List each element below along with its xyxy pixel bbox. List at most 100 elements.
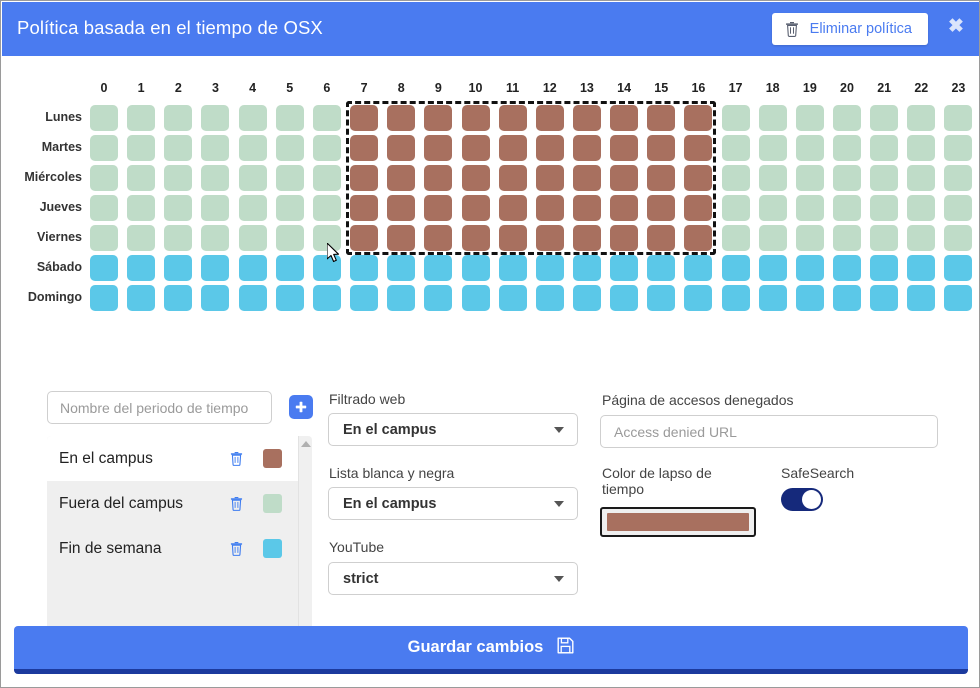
schedule-cell[interactable] <box>350 165 379 191</box>
schedule-cell[interactable] <box>350 195 379 221</box>
schedule-cell[interactable] <box>387 135 416 161</box>
schedule-cell[interactable] <box>90 225 118 251</box>
timespan-color-picker[interactable] <box>600 507 756 537</box>
schedule-cell[interactable] <box>127 285 156 311</box>
schedule-cell[interactable] <box>201 225 230 251</box>
delete-period-icon[interactable] <box>225 541 247 556</box>
schedule-cell[interactable] <box>90 255 118 281</box>
schedule-cell[interactable] <box>684 105 713 131</box>
access-denied-input[interactable] <box>600 415 938 448</box>
schedule-cell[interactable] <box>424 105 453 131</box>
schedule-cell[interactable] <box>795 225 824 251</box>
schedule-cell[interactable] <box>870 255 899 281</box>
schedule-cell[interactable] <box>535 135 564 161</box>
schedule-cell[interactable] <box>498 285 527 311</box>
schedule-cell[interactable] <box>387 285 416 311</box>
schedule-cell[interactable] <box>127 165 156 191</box>
schedule-cell[interactable] <box>238 255 267 281</box>
schedule-cell[interactable] <box>944 285 973 311</box>
schedule-cell[interactable] <box>647 285 676 311</box>
schedule-cell[interactable] <box>721 285 750 311</box>
schedule-cell[interactable] <box>684 135 713 161</box>
schedule-cell[interactable] <box>907 135 936 161</box>
schedule-cell[interactable] <box>350 255 379 281</box>
schedule-cell[interactable] <box>164 195 193 221</box>
schedule-cell[interactable] <box>721 165 750 191</box>
schedule-cell[interactable] <box>201 195 230 221</box>
schedule-cell[interactable] <box>870 135 899 161</box>
schedule-cell[interactable] <box>535 285 564 311</box>
schedule-cell[interactable] <box>572 225 601 251</box>
period-list[interactable]: En el campus Fuera del campus Fin de seman… <box>47 436 312 653</box>
period-list-scrollbar[interactable] <box>298 436 312 653</box>
schedule-cell[interactable] <box>610 135 639 161</box>
schedule-cell[interactable] <box>127 255 156 281</box>
schedule-cell[interactable] <box>201 255 230 281</box>
schedule-cell[interactable] <box>387 165 416 191</box>
schedule-cell[interactable] <box>238 105 267 131</box>
schedule-cell[interactable] <box>684 285 713 311</box>
schedule-cell[interactable] <box>758 225 787 251</box>
schedule-cell[interactable] <box>461 285 490 311</box>
schedule-cell[interactable] <box>572 165 601 191</box>
delete-policy-button[interactable]: Eliminar política <box>771 13 928 45</box>
schedule-cell[interactable] <box>312 135 341 161</box>
scroll-up-icon[interactable] <box>301 441 311 447</box>
schedule-cell[interactable] <box>535 225 564 251</box>
schedule-cell[interactable] <box>275 135 304 161</box>
schedule-cell[interactable] <box>944 255 973 281</box>
schedule-cell[interactable] <box>833 135 861 161</box>
schedule-cell[interactable] <box>164 105 193 131</box>
delete-period-icon[interactable] <box>225 451 247 466</box>
schedule-cell[interactable] <box>498 255 527 281</box>
schedule-cell[interactable] <box>721 105 750 131</box>
schedule-cell[interactable] <box>164 255 193 281</box>
schedule-cell[interactable] <box>127 135 156 161</box>
schedule-cell[interactable] <box>90 285 118 311</box>
safesearch-toggle[interactable] <box>781 488 823 511</box>
web-filtering-select[interactable]: En el campus <box>328 413 578 446</box>
schedule-cell[interactable] <box>275 195 304 221</box>
schedule-cell[interactable] <box>610 105 639 131</box>
schedule-cell[interactable] <box>795 255 824 281</box>
schedule-cell[interactable] <box>535 255 564 281</box>
schedule-cell[interactable] <box>907 285 936 311</box>
schedule-cell[interactable] <box>684 195 713 221</box>
schedule-cell[interactable] <box>312 255 341 281</box>
schedule-cell[interactable] <box>201 165 230 191</box>
list-item[interactable]: Fuera del campus <box>47 481 312 526</box>
schedule-cell[interactable] <box>387 105 416 131</box>
schedule-cell[interactable] <box>833 255 861 281</box>
schedule-cell[interactable] <box>201 285 230 311</box>
schedule-cell[interactable] <box>647 135 676 161</box>
schedule-cell[interactable] <box>610 285 639 311</box>
schedule-cell[interactable] <box>461 225 490 251</box>
schedule-cell[interactable] <box>350 225 379 251</box>
schedule-cell[interactable] <box>238 195 267 221</box>
schedule-cell[interactable] <box>572 285 601 311</box>
youtube-select[interactable]: strict <box>328 562 578 595</box>
schedule-cell[interactable] <box>424 285 453 311</box>
period-color-swatch[interactable] <box>263 539 282 558</box>
schedule-cell[interactable] <box>90 195 118 221</box>
schedule-cell[interactable] <box>498 105 527 131</box>
schedule-cell[interactable] <box>758 195 787 221</box>
schedule-cell[interactable] <box>238 165 267 191</box>
schedule-cell[interactable] <box>572 105 601 131</box>
schedule-cell[interactable] <box>350 135 379 161</box>
schedule-cell[interactable] <box>907 105 936 131</box>
schedule-cell[interactable] <box>572 195 601 221</box>
schedule-cell[interactable] <box>275 165 304 191</box>
schedule-cell[interactable] <box>461 135 490 161</box>
schedule-cell[interactable] <box>424 255 453 281</box>
schedule-cell[interactable] <box>610 165 639 191</box>
schedule-cell[interactable] <box>312 165 341 191</box>
schedule-cell[interactable] <box>907 165 936 191</box>
schedule-cell[interactable] <box>350 105 379 131</box>
schedule-cell[interactable] <box>498 225 527 251</box>
schedule-cell[interactable] <box>424 225 453 251</box>
schedule-cell[interactable] <box>795 195 824 221</box>
schedule-cell[interactable] <box>944 105 973 131</box>
schedule-cell[interactable] <box>201 135 230 161</box>
schedule-cell[interactable] <box>758 165 787 191</box>
